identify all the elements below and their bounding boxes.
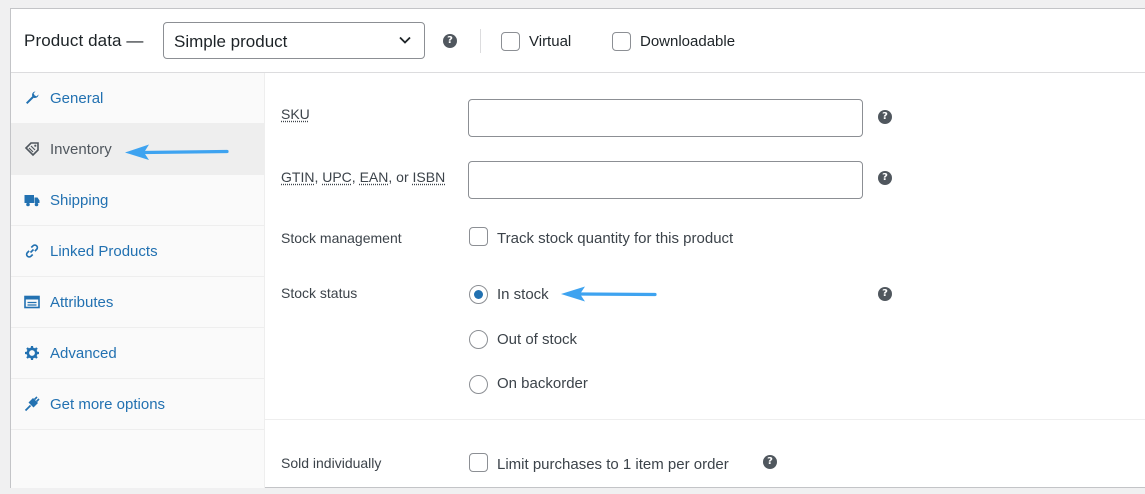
sold-individually-help-icon[interactable]: ? (763, 455, 777, 469)
on-backorder-label: On backorder (497, 375, 588, 392)
gtin-label: GTIN, UPC, EAN, or ISBN (281, 169, 445, 185)
out-of-stock-radio[interactable] (469, 330, 488, 349)
sku-label: SKU (281, 106, 310, 122)
tab-advanced[interactable]: Advanced (11, 328, 264, 379)
tab-advanced-label: Advanced (50, 345, 117, 362)
link-icon (24, 243, 40, 259)
upc-abbr: UPC (322, 169, 352, 185)
tab-get-more-options-label: Get more options (50, 396, 165, 413)
tab-shipping[interactable]: Shipping (11, 175, 264, 226)
product-data-tabs: General Inventory Shipping Linked Produc… (11, 73, 265, 488)
stock-management-label: Stock management (281, 230, 402, 246)
plugin-icon (24, 396, 40, 412)
tab-attributes-label: Attributes (50, 294, 113, 311)
chevron-down-icon (398, 33, 412, 47)
wrench-icon (24, 90, 40, 106)
downloadable-label: Downloadable (640, 33, 735, 50)
sold-individually-label: Sold individually (281, 455, 381, 471)
sku-help-icon[interactable]: ? (878, 110, 892, 124)
out-of-stock-label: Out of stock (497, 331, 577, 348)
on-backorder-radio[interactable] (469, 375, 488, 394)
product-type-value: Simple product (174, 32, 287, 52)
gtin-sep-3: , or (388, 169, 412, 185)
gtin-help-icon[interactable]: ? (878, 171, 892, 185)
tab-inventory-label: Inventory (50, 141, 112, 158)
virtual-checkbox[interactable] (501, 32, 520, 51)
tab-get-more-options[interactable]: Get more options (11, 379, 264, 430)
annotation-arrow-in-stock (559, 285, 659, 303)
product-data-header: Product data — Simple product ? Virtual … (11, 9, 1145, 73)
truck-icon (24, 192, 40, 208)
product-type-help-icon[interactable]: ? (443, 34, 457, 48)
tab-general-label: General (50, 90, 103, 107)
gtin-abbr: GTIN (281, 169, 314, 185)
in-stock-radio[interactable] (469, 285, 488, 304)
stock-management-checkbox[interactable] (469, 227, 488, 246)
sold-individually-checkbox-label: Limit purchases to 1 item per order (497, 456, 729, 473)
gtin-sep-2: , (352, 169, 360, 185)
gtin-input[interactable] (468, 161, 863, 199)
tab-linked-products[interactable]: Linked Products (11, 226, 264, 277)
tab-attributes[interactable]: Attributes (11, 277, 264, 328)
in-stock-label: In stock (497, 286, 549, 303)
isbn-abbr: ISBN (413, 169, 446, 185)
product-data-panel: Product data — Simple product ? Virtual … (10, 8, 1145, 488)
annotation-arrow-inventory (123, 143, 231, 161)
inventory-panel: SKU ? GTIN, UPC, EAN, or ISBN ? Stock ma… (265, 73, 1145, 488)
tag-icon (24, 141, 40, 157)
panel-title: Product data — (24, 31, 144, 51)
tab-shipping-label: Shipping (50, 192, 108, 209)
ean-abbr: EAN (360, 169, 389, 185)
sku-input[interactable] (468, 99, 863, 137)
stock-status-help-icon[interactable]: ? (878, 287, 892, 301)
tab-linked-products-label: Linked Products (50, 243, 158, 260)
virtual-label: Virtual (529, 33, 571, 50)
header-divider (480, 29, 481, 53)
stock-management-checkbox-label: Track stock quantity for this product (497, 230, 733, 247)
gear-icon (24, 345, 40, 361)
stock-status-label: Stock status (281, 285, 357, 301)
sold-individually-checkbox[interactable] (469, 453, 488, 472)
downloadable-checkbox[interactable] (612, 32, 631, 51)
product-type-select[interactable]: Simple product (163, 22, 425, 59)
section-divider (265, 419, 1145, 420)
list-icon (24, 294, 40, 310)
tab-general[interactable]: General (11, 73, 264, 124)
